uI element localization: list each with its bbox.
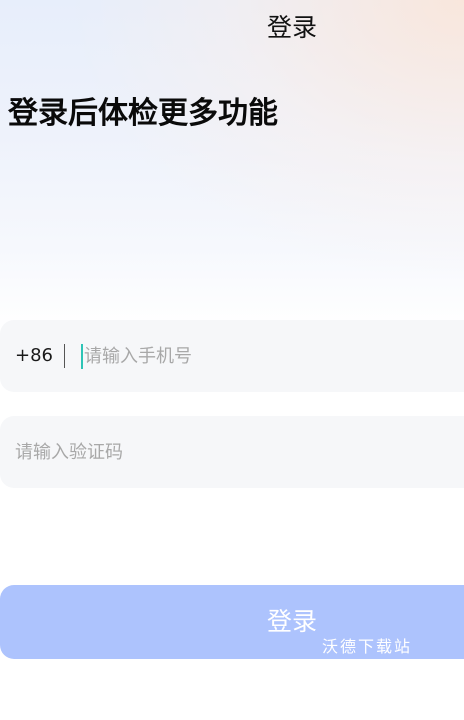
watermark-text: 沃德下载站 xyxy=(322,637,413,656)
login-button-label: 登录 xyxy=(266,607,317,636)
login-screen: 登录 登录后体检更多功能 +86 登录 沃德下载站 xyxy=(0,0,464,720)
verification-code-input[interactable] xyxy=(15,438,435,466)
login-headline: 登录后体检更多功能 xyxy=(8,96,278,131)
phone-number-input[interactable] xyxy=(84,342,444,370)
phone-field[interactable]: +86 xyxy=(0,320,464,392)
verification-code-field[interactable] xyxy=(0,416,464,488)
header-background xyxy=(0,0,464,330)
country-code-selector[interactable]: +86 xyxy=(15,344,53,368)
page-title: 登录 xyxy=(266,13,317,42)
country-code-divider xyxy=(64,344,65,368)
text-cursor xyxy=(81,344,83,369)
